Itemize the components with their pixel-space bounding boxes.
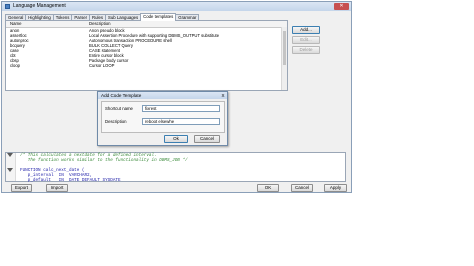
app-icon bbox=[5, 4, 10, 9]
add-code-template-dialog: Add Code Template X Shortcut name fixres… bbox=[97, 91, 228, 146]
title-bar: Language Management ✕ bbox=[2, 2, 351, 11]
description-field[interactable]: reboot elsewhe bbox=[142, 118, 220, 125]
table-scrollbar[interactable] bbox=[281, 27, 287, 90]
close-window-button[interactable]: ✕ bbox=[334, 3, 349, 10]
delete-template-button[interactable]: Delete bbox=[292, 46, 320, 54]
cancel-button[interactable]: Cancel bbox=[291, 184, 313, 192]
dialog-close-button[interactable]: X bbox=[220, 93, 226, 98]
dialog-title: Add Code Template bbox=[101, 93, 142, 98]
tab-code-templates[interactable]: Code templates bbox=[140, 13, 177, 21]
dialog-cancel-button[interactable]: Cancel bbox=[194, 135, 220, 143]
close-icon: ✕ bbox=[339, 3, 344, 9]
shortcut-name-label: Shortcut name bbox=[105, 106, 133, 111]
row-name: cloop bbox=[10, 63, 21, 68]
code-line: p_default IN DATE DEFAULT SYSDATE bbox=[20, 178, 121, 183]
templates-table: Name Description anon Anon pseudo block a… bbox=[5, 20, 288, 91]
dialog-form: Shortcut name fixrest Description reboot… bbox=[101, 101, 225, 133]
description-label: Description bbox=[105, 119, 127, 124]
window-title: Language Management bbox=[13, 3, 66, 9]
table-header: Name Description bbox=[6, 21, 287, 28]
row-description: Cursor LOOP bbox=[89, 63, 115, 68]
apply-button[interactable]: Apply bbox=[324, 184, 347, 192]
editor-gutter bbox=[6, 153, 16, 181]
tab-strip: General Highlighting Tokens Parser Rules… bbox=[5, 13, 200, 21]
dialog-title-bar: Add Code Template X bbox=[98, 92, 227, 99]
column-header-name[interactable]: Name bbox=[10, 21, 21, 27]
ok-button[interactable]: OK bbox=[257, 184, 279, 192]
table-row[interactable]: cloop Cursor LOOP bbox=[6, 63, 287, 68]
add-template-button[interactable]: Add... bbox=[292, 26, 320, 34]
edit-template-button[interactable]: Edit... bbox=[292, 36, 320, 44]
export-button[interactable]: Export bbox=[11, 184, 32, 192]
code-line: The function works similar to the functi… bbox=[20, 158, 188, 163]
fold-marker-icon[interactable] bbox=[7, 153, 13, 157]
dialog-ok-button[interactable]: Ok bbox=[164, 135, 188, 143]
shortcut-name-field[interactable]: fixrest bbox=[142, 105, 220, 112]
fold-marker-icon[interactable] bbox=[7, 168, 13, 172]
import-button[interactable]: Import bbox=[46, 184, 68, 192]
template-code-editor[interactable]: /* This calculates a nextdate for a defi… bbox=[5, 152, 346, 183]
scrollbar-thumb[interactable] bbox=[283, 31, 286, 65]
column-header-description[interactable]: Description bbox=[89, 21, 111, 27]
